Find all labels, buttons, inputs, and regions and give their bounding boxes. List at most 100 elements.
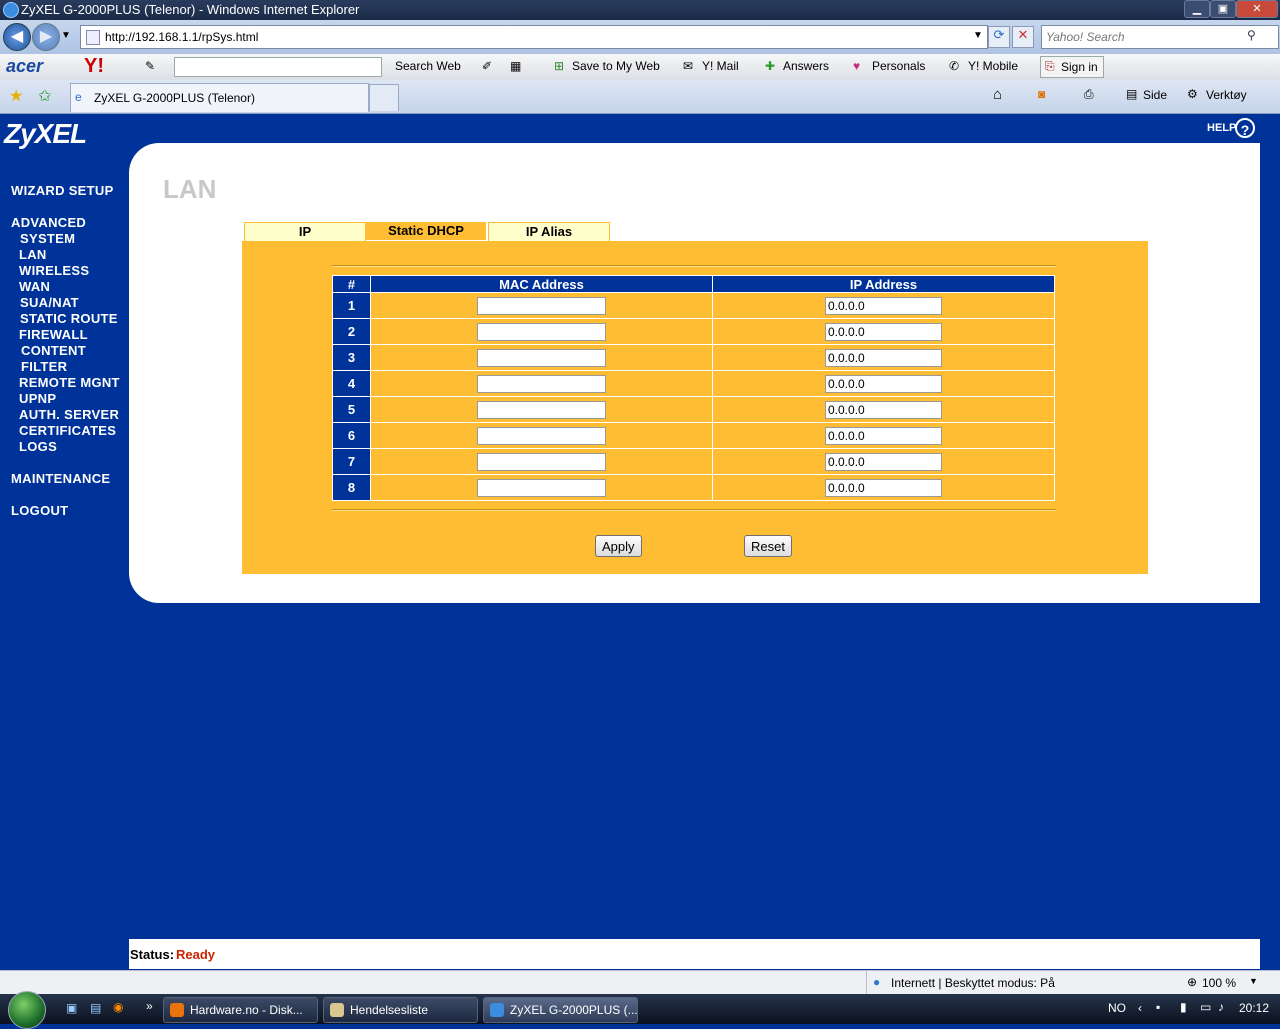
browser-tab-active[interactable]: e ZyXEL G-2000PLUS (Telenor) (70, 83, 369, 112)
ip-address-input[interactable] (825, 478, 942, 497)
divider-top (332, 265, 1056, 267)
volume-icon[interactable]: ♪ (1218, 1000, 1224, 1014)
answers-icon: ✚ (765, 59, 776, 73)
ymail-button[interactable]: Y! Mail (702, 59, 739, 73)
maximize-button[interactable]: ▣ (1210, 0, 1236, 18)
side-menu[interactable]: Side (1143, 88, 1167, 102)
home-icon[interactable]: ⌂ (993, 86, 1002, 103)
security-zone[interactable]: Internett | Beskyttet modus: På (891, 976, 1055, 990)
sign-in-label: Sign in (1061, 60, 1098, 74)
static-dhcp-table: # MAC Address IP Address 1 2 3 4 5 (332, 275, 1055, 501)
ip-address-input[interactable] (825, 426, 942, 445)
help-icon[interactable]: ? (1235, 118, 1255, 138)
row-number: 7 (332, 448, 371, 475)
task-zyxel[interactable]: ZyXEL G-2000PLUS (... (483, 997, 638, 1023)
stop-icon[interactable]: ✕ (1012, 26, 1034, 48)
mac-address-input[interactable] (477, 296, 606, 315)
start-button[interactable] (8, 991, 46, 1029)
address-url: http://192.168.1.1/rpSys.html (105, 30, 259, 44)
mac-address-input[interactable] (477, 452, 606, 471)
mac-address-input[interactable] (477, 322, 606, 341)
ip-address-input[interactable] (825, 296, 942, 315)
page-icon (86, 30, 100, 45)
zoom-level[interactable]: 100 % (1202, 976, 1236, 990)
firefox-icon[interactable]: ◉ (113, 1000, 123, 1014)
reset-button[interactable]: Reset (744, 535, 792, 557)
row-number: 1 (332, 292, 371, 319)
zoom-dropdown-icon[interactable]: ▼ (1249, 976, 1258, 986)
highlight-icon[interactable]: ✐ (482, 59, 492, 73)
language-indicator[interactable]: NO (1108, 1001, 1126, 1015)
ip-address-input[interactable] (825, 374, 942, 393)
windows-taskbar: ▣ ▤ ◉ » Hardware.no - Disk... Hendelsesl… (0, 991, 1280, 1029)
pencil-icon[interactable]: ✎ (145, 59, 155, 73)
forward-icon[interactable]: ▶ (32, 23, 60, 51)
minimize-button[interactable]: ▁ (1184, 0, 1210, 18)
yahoo-search-field[interactable] (174, 57, 382, 77)
page-menu-icon: ▤ (1126, 87, 1138, 101)
ymobile-button[interactable]: Y! Mobile (968, 59, 1018, 73)
sign-in-button[interactable]: ⎘ Sign in (1040, 56, 1104, 78)
answers-button[interactable]: Answers (783, 59, 829, 73)
search-input[interactable]: Yahoo! Search ⚲ (1041, 25, 1279, 49)
ip-address-input[interactable] (825, 452, 942, 471)
acer-logo[interactable]: acer (6, 56, 43, 77)
print-icon[interactable]: ⎙ (1084, 87, 1094, 102)
ip-address-input[interactable] (825, 322, 942, 341)
search-web-button[interactable]: Search Web (395, 59, 461, 73)
show-desktop-icon[interactable]: ▣ (66, 1001, 77, 1015)
task-hardware[interactable]: Hardware.no - Disk... (163, 997, 318, 1023)
back-icon[interactable]: ◀ (3, 23, 31, 51)
tab-ip[interactable]: IP (244, 222, 366, 242)
mac-address-input[interactable] (477, 400, 606, 419)
save-to-my-web-button[interactable]: Save to My Web (572, 59, 660, 73)
table-row: 1 (332, 292, 1055, 319)
close-button[interactable]: ✕ (1236, 0, 1278, 18)
apply-button[interactable]: Apply (595, 535, 642, 557)
switch-windows-icon[interactable]: ▤ (90, 1001, 101, 1015)
tray-expand-icon[interactable]: ‹ (1138, 1001, 1142, 1015)
nav-logout[interactable]: LOGOUT (11, 502, 68, 520)
personals-button[interactable]: Personals (872, 59, 925, 73)
power-icon[interactable]: ▮ (1180, 1000, 1187, 1014)
address-dropdown-icon[interactable]: ▼ (973, 30, 983, 41)
history-dropdown-icon[interactable]: ▼ (61, 30, 71, 41)
yahoo-logo[interactable]: Y! (84, 55, 104, 78)
favorites-star-icon[interactable]: ★ (9, 86, 23, 106)
monitor-icon[interactable]: ▭ (1200, 1000, 1211, 1014)
ip-address-input[interactable] (825, 348, 942, 367)
row-number: 6 (332, 422, 371, 449)
network-icon[interactable]: ▪ (1156, 1000, 1160, 1014)
mobile-icon: ✆ (949, 59, 960, 73)
tab-ip-alias[interactable]: IP Alias (488, 222, 610, 242)
nav-maintenance[interactable]: MAINTENANCE (11, 470, 110, 488)
new-tab-button[interactable] (369, 84, 399, 111)
refresh-icon[interactable]: ⟳ (988, 26, 1010, 48)
feeds-icon[interactable]: ◙ (1038, 87, 1045, 101)
mac-address-input[interactable] (477, 374, 606, 393)
navigation-bar: ◀ ▶ ▼ http://192.168.1.1/rpSys.html ▼ ⟳ … (0, 20, 1280, 54)
calendar-icon[interactable]: ▦ (510, 59, 521, 73)
mac-address-input[interactable] (477, 478, 606, 497)
verktoy-menu[interactable]: Verktøy (1206, 88, 1247, 102)
task-label: Hendelsesliste (350, 1003, 429, 1017)
quicklaunch-more-icon[interactable]: » (146, 999, 153, 1013)
row-number: 5 (332, 396, 371, 423)
row-number: 4 (332, 370, 371, 397)
task-hendelsesliste[interactable]: Hendelsesliste (323, 997, 478, 1023)
search-icon[interactable]: ⚲ (1247, 28, 1256, 42)
nav-wizard-setup[interactable]: WIZARD SETUP (11, 182, 114, 200)
mac-address-input[interactable] (477, 426, 606, 445)
tab-static-dhcp[interactable]: Static DHCP (366, 222, 486, 240)
ie-icon (3, 2, 19, 18)
add-favorites-icon[interactable]: ✩ (38, 86, 51, 106)
mac-address-input[interactable] (477, 348, 606, 367)
firefox-task-icon (170, 1003, 184, 1017)
clock[interactable]: 20:12 (1239, 1001, 1269, 1015)
search-placeholder: Yahoo! Search (1046, 30, 1125, 44)
ip-address-input[interactable] (825, 400, 942, 419)
help-label[interactable]: HELP (1207, 122, 1236, 134)
ie-page-icon: e (75, 90, 82, 104)
nav-logs[interactable]: LOGS (19, 438, 57, 456)
address-bar[interactable]: http://192.168.1.1/rpSys.html ▼ (80, 25, 988, 49)
